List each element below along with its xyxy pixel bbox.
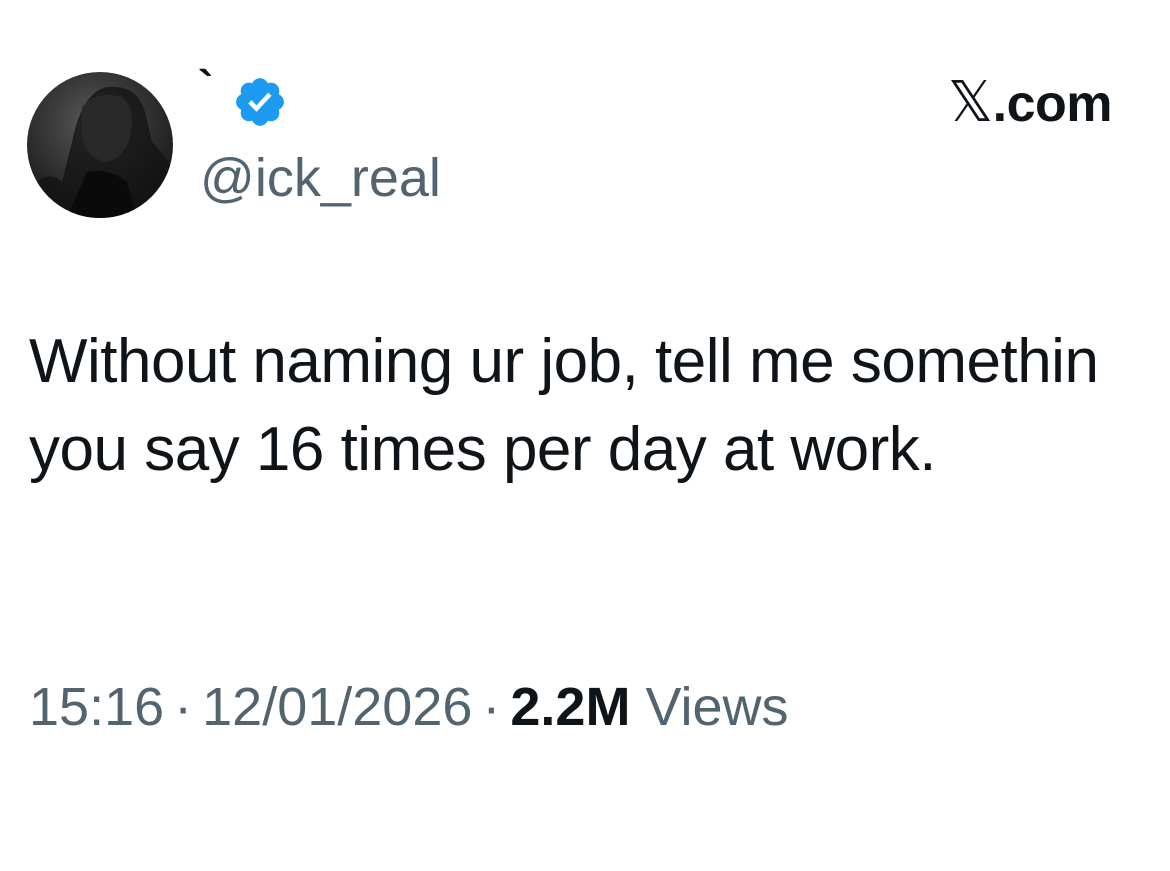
brand-suffix: .com <box>992 75 1113 133</box>
meta-separator: · <box>174 677 193 737</box>
verified-badge-icon <box>232 74 288 130</box>
views-label: Views <box>645 677 789 737</box>
tweet-date[interactable]: 12/01/2026 <box>202 677 472 737</box>
tweet-meta: 15:16 · 12/01/2026 · 2.2M Views <box>29 672 789 742</box>
meta-separator: · <box>482 677 501 737</box>
tweet-time[interactable]: 15:16 <box>29 677 164 737</box>
display-name[interactable]: ` <box>198 62 213 112</box>
tweet-text: Without naming ur job, tell me somethin … <box>29 327 1099 484</box>
avatar-photo-icon <box>27 86 173 218</box>
x-com-logo: 𝕏.com <box>948 70 1113 135</box>
views-count: 2.2M <box>510 677 631 737</box>
x-logo-icon: 𝕏 <box>948 70 993 135</box>
avatar[interactable] <box>27 72 173 218</box>
user-handle[interactable]: @ick_real <box>200 146 441 210</box>
tweet-card: ` @ick_real 𝕏.com Without naming ur job,… <box>0 0 1170 871</box>
